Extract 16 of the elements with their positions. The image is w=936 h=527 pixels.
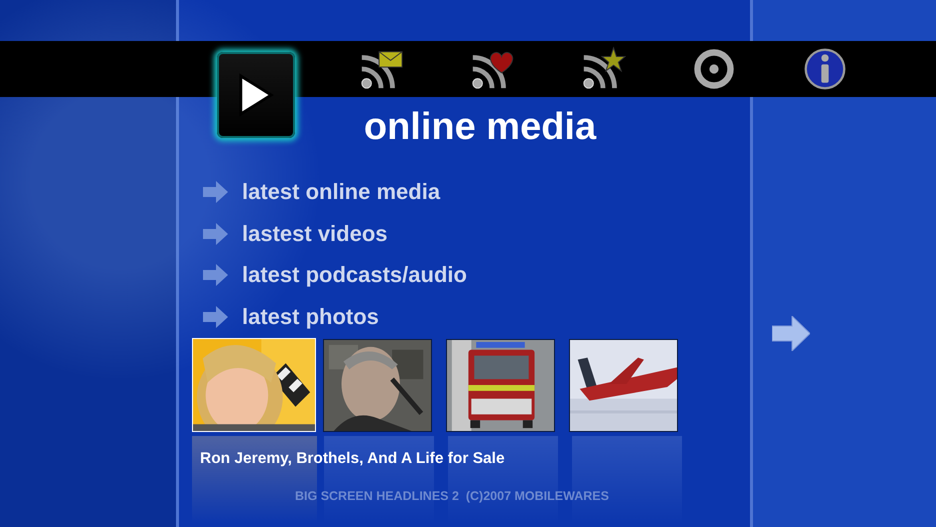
info-icon [802,47,846,91]
target-icon [692,47,736,91]
menu-item[interactable]: latest photos [242,304,379,330]
copyright-footer: BIG SCREEN HEADLINES 2 (C)2007 MOBILEWARES [295,488,609,503]
arrow-icon [203,264,228,286]
menu-item[interactable]: latest online media [242,178,440,205]
play-icon [237,72,275,118]
menu-item[interactable]: latest podcasts/audio [242,262,467,288]
arrow-icon [203,306,228,328]
next-button[interactable] [772,316,810,351]
arrow-icon [203,180,228,203]
page-title: online media [362,105,598,149]
media-caption: Ron Jeremy, Brothels, And A Life for Sale [200,450,505,468]
arrow-icon [203,222,228,245]
play-button[interactable] [217,52,295,138]
menu-item[interactable]: lastest videos [242,220,388,247]
